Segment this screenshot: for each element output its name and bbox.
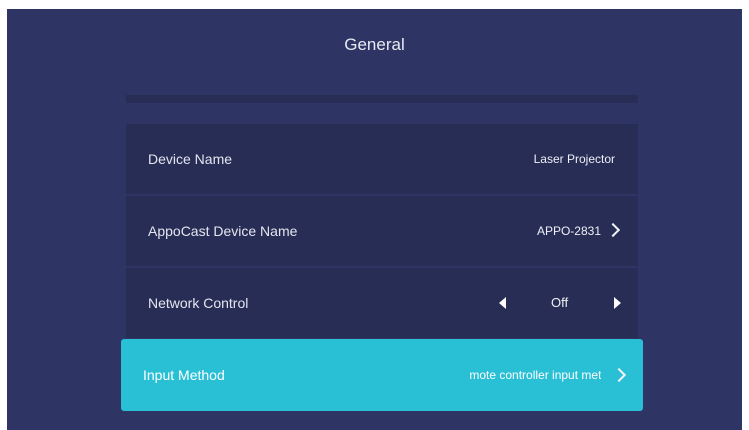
chevron-right-icon bbox=[611, 367, 627, 383]
setting-label: Device Name bbox=[148, 151, 233, 167]
page-title: General bbox=[344, 35, 405, 54]
triangle-left-icon[interactable] bbox=[499, 297, 506, 309]
chevron-right-icon bbox=[605, 222, 621, 238]
previous-row-edge bbox=[126, 95, 638, 103]
setting-value: Off bbox=[551, 295, 569, 310]
setting-value: Remote controller input method bbox=[469, 368, 601, 382]
setting-label: Network Control bbox=[148, 295, 249, 311]
marquee-viewport: Remote controller input method bbox=[469, 339, 601, 411]
setting-value: Laser Projector bbox=[533, 152, 615, 166]
setting-value: APPO-2831 bbox=[536, 224, 601, 238]
triangle-right-icon[interactable] bbox=[614, 297, 621, 309]
setting-row-input-method[interactable]: Input Method Remote controller input met… bbox=[121, 339, 643, 411]
setting-row-device-name[interactable]: Device Name Laser Projector bbox=[126, 124, 638, 194]
setting-row-appocast-device-name[interactable]: AppoCast Device Name APPO-2831 bbox=[126, 196, 638, 266]
setting-label: AppoCast Device Name bbox=[148, 223, 298, 239]
setting-row-network-control[interactable]: Network Control Off bbox=[126, 268, 638, 338]
settings-screen: General Device Name Laser Projector Appo… bbox=[7, 9, 742, 430]
setting-label: Input Method bbox=[143, 367, 225, 383]
